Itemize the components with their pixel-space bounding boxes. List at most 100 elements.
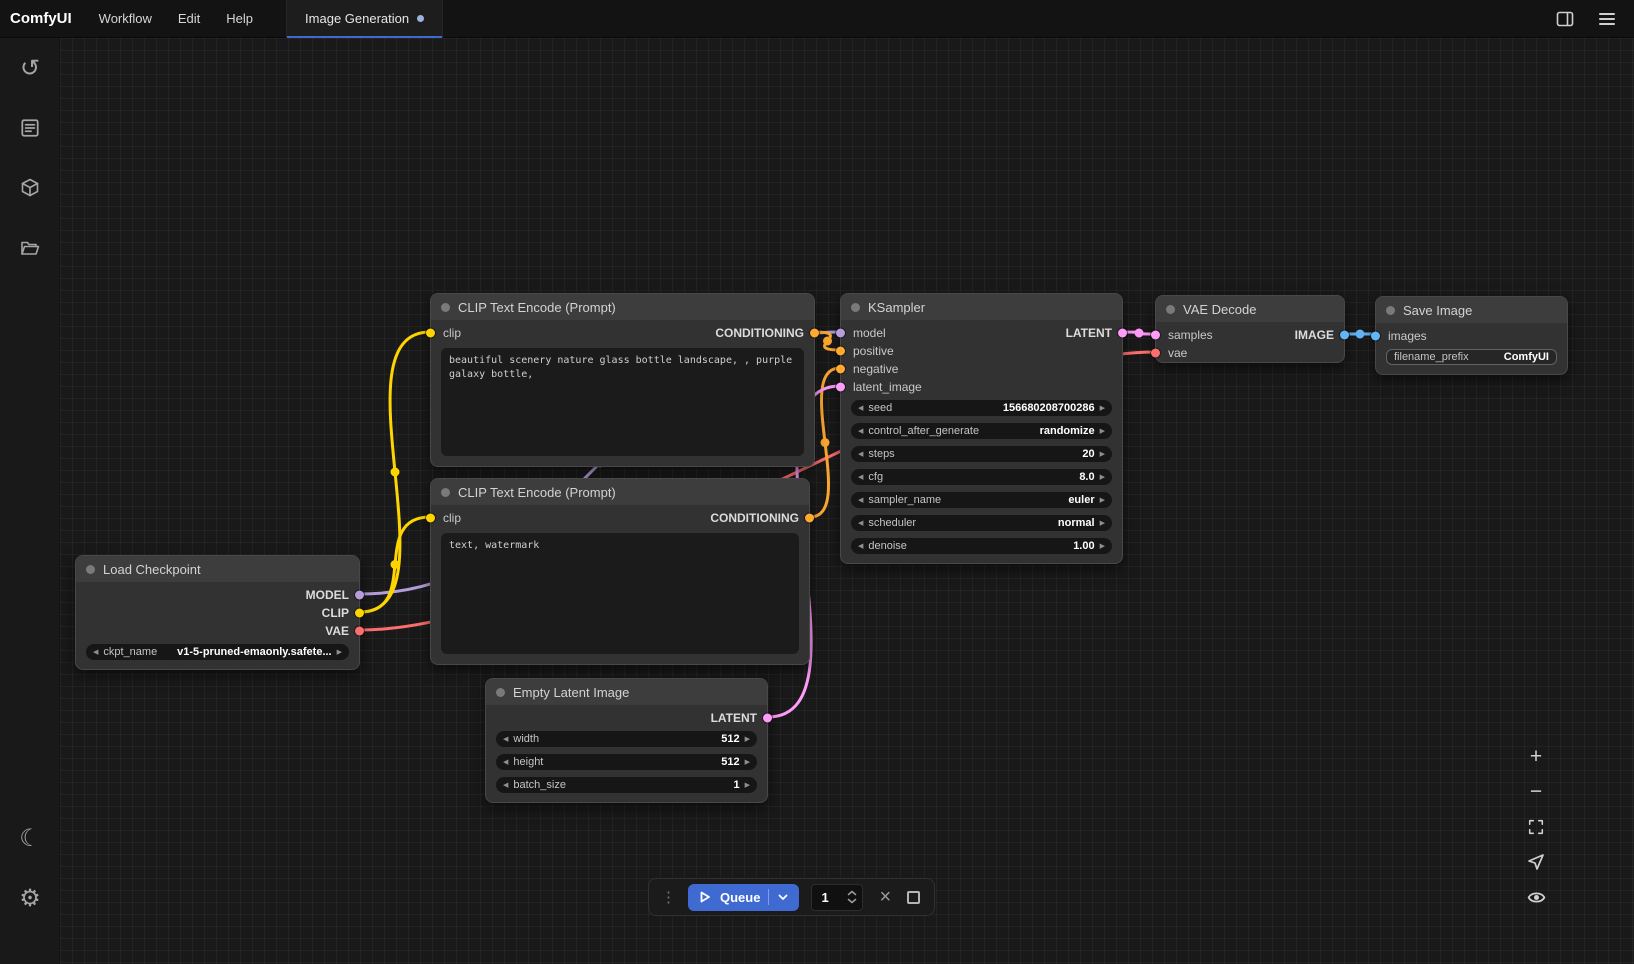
output-port-CONDITIONING[interactable] <box>810 329 819 338</box>
link-midpoint-image[interactable] <box>1356 330 1365 339</box>
collapse-toggle-icon[interactable] <box>1386 306 1395 315</box>
input-port-vae[interactable] <box>1151 349 1160 358</box>
stepper-up-icon[interactable] <box>847 890 857 896</box>
count-stepper-arrows[interactable] <box>847 890 857 904</box>
arrow-left-icon[interactable]: ◀ <box>858 497 863 504</box>
node-ksampler[interactable]: KSamplermodelLATENTpositivenegativelaten… <box>840 293 1123 564</box>
model-library-icon[interactable] <box>0 158 60 218</box>
drag-handle-icon[interactable]: ⋮ <box>661 890 676 905</box>
widget-cfg[interactable]: ◀cfg8.0▶ <box>851 469 1112 485</box>
chevron-down-icon[interactable] <box>777 891 789 903</box>
arrow-right-icon[interactable]: ▶ <box>1100 497 1105 504</box>
widget-denoise[interactable]: ◀denoise1.00▶ <box>851 538 1112 554</box>
arrow-right-icon[interactable]: ▶ <box>1100 405 1105 412</box>
node-clip-text-encode-positive[interactable]: CLIP Text Encode (Prompt)clipCONDITIONIN… <box>430 293 815 467</box>
input-port-negative[interactable] <box>836 365 845 374</box>
node-vae-decode[interactable]: VAE DecodesamplesIMAGEvae <box>1155 295 1345 363</box>
node-library-icon[interactable] <box>0 98 60 158</box>
batch-count-stepper[interactable]: 1 <box>811 884 863 911</box>
arrow-right-icon[interactable]: ▶ <box>1100 428 1105 435</box>
arrow-right-icon[interactable]: ▶ <box>1100 520 1105 527</box>
widget-seed[interactable]: ◀seed156680208700286▶ <box>851 400 1112 416</box>
queue-history-icon[interactable]: ↺ <box>0 38 60 98</box>
output-port-LATENT[interactable] <box>763 714 772 723</box>
link-midpoint-conditioning-positive[interactable] <box>823 337 832 346</box>
collapse-toggle-icon[interactable] <box>1166 305 1175 314</box>
node-title-bar[interactable]: Load Checkpoint <box>76 556 359 582</box>
node-title-bar[interactable]: CLIP Text Encode (Prompt) <box>431 294 814 320</box>
output-port-LATENT[interactable] <box>1118 329 1127 338</box>
widget-height[interactable]: ◀height512▶ <box>496 754 757 770</box>
tab-image-generation[interactable]: Image Generation <box>286 0 443 38</box>
input-port-model[interactable] <box>836 329 845 338</box>
output-port-CLIP[interactable] <box>355 609 364 618</box>
prompt-text-input[interactable]: beautiful scenery nature glass bottle la… <box>441 348 804 456</box>
arrow-right-icon[interactable]: ▶ <box>1100 474 1105 481</box>
workflows-folder-icon[interactable] <box>0 218 60 278</box>
prompt-text-input[interactable]: text, watermark <box>441 533 799 654</box>
node-clip-text-encode-negative[interactable]: CLIP Text Encode (Prompt)clipCONDITIONIN… <box>430 478 810 665</box>
input-port-clip[interactable] <box>426 514 435 523</box>
collapse-toggle-icon[interactable] <box>86 565 95 574</box>
arrow-left-icon[interactable]: ◀ <box>858 543 863 550</box>
node-save-image[interactable]: Save Imageimagesfilename_prefixComfyUI <box>1375 296 1568 375</box>
node-title-bar[interactable]: Empty Latent Image <box>486 679 767 705</box>
input-port-positive[interactable] <box>836 347 845 356</box>
node-title-bar[interactable]: CLIP Text Encode (Prompt) <box>431 479 809 505</box>
link-midpoint-latent-samples[interactable] <box>1135 329 1144 338</box>
arrow-right-icon[interactable]: ▶ <box>1100 451 1105 458</box>
zoom-out-icon[interactable]: − <box>1520 777 1552 807</box>
hamburger-menu-icon[interactable] <box>1596 8 1618 30</box>
widget-control_after_generate[interactable]: ◀control_after_generaterandomize▶ <box>851 423 1112 439</box>
input-port-clip[interactable] <box>426 329 435 338</box>
node-title-bar[interactable]: KSampler <box>841 294 1122 320</box>
zoom-in-icon[interactable]: + <box>1520 742 1552 772</box>
arrow-left-icon[interactable]: ◀ <box>858 520 863 527</box>
settings-gear-icon[interactable]: ⚙ <box>0 868 60 928</box>
widget-steps[interactable]: ◀steps20▶ <box>851 446 1112 462</box>
link-midpoint-clip-to-positive-prompt[interactable] <box>391 468 400 477</box>
arrow-left-icon[interactable]: ◀ <box>503 782 508 789</box>
arrow-left-icon[interactable]: ◀ <box>858 451 863 458</box>
collapse-toggle-icon[interactable] <box>851 303 860 312</box>
queue-button[interactable]: Queue <box>688 884 799 911</box>
arrow-right-icon[interactable]: ▶ <box>745 736 750 743</box>
toggle-visibility-eye-icon[interactable] <box>1520 882 1552 912</box>
stepper-down-icon[interactable] <box>847 898 857 904</box>
output-port-VAE[interactable] <box>355 627 364 636</box>
arrow-right-icon[interactable]: ▶ <box>1100 543 1105 550</box>
arrow-left-icon[interactable]: ◀ <box>93 649 98 656</box>
queue-panel-icon[interactable] <box>907 891 920 904</box>
arrow-right-icon[interactable]: ▶ <box>745 759 750 766</box>
input-port-images[interactable] <box>1371 332 1380 341</box>
menu-help[interactable]: Help <box>213 11 266 26</box>
output-port-IMAGE[interactable] <box>1340 331 1349 340</box>
arrow-left-icon[interactable]: ◀ <box>858 405 863 412</box>
menu-workflow[interactable]: Workflow <box>86 11 165 26</box>
node-title-bar[interactable]: Save Image <box>1376 297 1567 323</box>
node-load-checkpoint[interactable]: Load CheckpointMODELCLIPVAE◀ckpt_namev1-… <box>75 555 360 670</box>
fit-view-icon[interactable] <box>1520 812 1552 842</box>
theme-toggle-icon[interactable]: ☾ <box>0 808 60 868</box>
widget-ckpt_name[interactable]: ◀ckpt_namev1-5-pruned-emaonly.safete...▶ <box>86 644 349 660</box>
output-port-MODEL[interactable] <box>355 591 364 600</box>
widget-batch_size[interactable]: ◀batch_size1▶ <box>496 777 757 793</box>
arrow-right-icon[interactable]: ▶ <box>337 649 342 656</box>
link-midpoint-clip-to-negative-prompt[interactable] <box>391 560 400 569</box>
widget-sampler_name[interactable]: ◀sampler_nameeuler▶ <box>851 492 1112 508</box>
widget-scheduler[interactable]: ◀schedulernormal▶ <box>851 515 1112 531</box>
node-empty-latent-image[interactable]: Empty Latent ImageLATENT◀width512▶◀heigh… <box>485 678 768 803</box>
arrow-left-icon[interactable]: ◀ <box>503 736 508 743</box>
widget-width[interactable]: ◀width512▶ <box>496 731 757 747</box>
node-graph-canvas[interactable]: Load CheckpointMODELCLIPVAE◀ckpt_namev1-… <box>60 38 1634 964</box>
arrow-left-icon[interactable]: ◀ <box>858 428 863 435</box>
arrow-right-icon[interactable]: ▶ <box>745 782 750 789</box>
arrow-left-icon[interactable]: ◀ <box>503 759 508 766</box>
panel-toggle-icon[interactable] <box>1554 8 1576 30</box>
widget-filename_prefix[interactable]: filename_prefixComfyUI <box>1386 349 1557 365</box>
link-midpoint-conditioning-negative[interactable] <box>821 438 830 447</box>
input-port-samples[interactable] <box>1151 331 1160 340</box>
arrow-left-icon[interactable]: ◀ <box>858 474 863 481</box>
node-title-bar[interactable]: VAE Decode <box>1156 296 1344 322</box>
input-port-latent_image[interactable] <box>836 383 845 392</box>
